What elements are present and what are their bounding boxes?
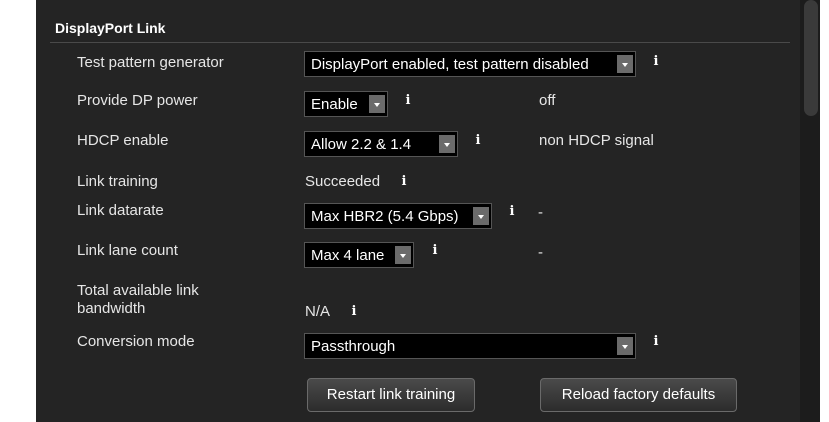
- info-icon[interactable]: i: [650, 55, 662, 69]
- link-datarate-select[interactable]: Max HBR2 (5.4 Gbps): [304, 203, 492, 229]
- link-lane-selected-value: Max 4 lane: [311, 247, 385, 264]
- link-datarate-status: -: [538, 204, 543, 221]
- section-divider: [50, 42, 790, 43]
- test-pattern-label: Test pattern generator: [77, 54, 224, 71]
- conversion-selected-value: Passthrough: [311, 338, 396, 355]
- info-icon[interactable]: i: [348, 305, 360, 319]
- chevron-down-icon[interactable]: [395, 246, 411, 264]
- info-icon[interactable]: i: [398, 175, 410, 189]
- link-training-label: Link training: [77, 173, 158, 190]
- bandwidth-label-line2: bandwidth: [77, 300, 146, 317]
- bandwidth-label-line1: Total available link: [77, 282, 199, 299]
- link-datarate-label: Link datarate: [77, 202, 164, 219]
- link-lane-select[interactable]: Max 4 lane: [304, 242, 414, 268]
- dp-power-select[interactable]: Enable: [304, 91, 388, 117]
- chevron-down-icon[interactable]: [617, 337, 633, 355]
- link-lane-status: -: [538, 244, 543, 261]
- hdcp-status: non HDCP signal: [539, 132, 654, 149]
- restart-link-training-button[interactable]: Restart link training: [307, 378, 475, 412]
- section-title: DisplayPort Link: [55, 20, 166, 36]
- dp-power-label: Provide DP power: [77, 92, 198, 109]
- test-pattern-select[interactable]: DisplayPort enabled, test pattern disabl…: [304, 51, 636, 77]
- reload-factory-defaults-button[interactable]: Reload factory defaults: [540, 378, 737, 412]
- frame: DisplayPort Link Test pattern generator …: [0, 0, 829, 422]
- conversion-label: Conversion mode: [77, 333, 195, 350]
- link-lane-label: Link lane count: [77, 242, 178, 259]
- chevron-down-icon[interactable]: [473, 207, 489, 225]
- info-icon[interactable]: i: [402, 94, 414, 108]
- chevron-down-icon[interactable]: [369, 95, 385, 113]
- info-icon[interactable]: i: [429, 244, 441, 258]
- info-icon[interactable]: i: [472, 134, 484, 148]
- chevron-down-icon[interactable]: [617, 55, 633, 73]
- link-datarate-selected-value: Max HBR2 (5.4 Gbps): [311, 208, 459, 225]
- dp-power-status: off: [539, 92, 556, 109]
- info-icon[interactable]: i: [506, 205, 518, 219]
- hdcp-selected-value: Allow 2.2 & 1.4: [311, 136, 412, 153]
- info-icon[interactable]: i: [650, 335, 662, 349]
- hdcp-select[interactable]: Allow 2.2 & 1.4: [304, 131, 458, 157]
- scrollbar-thumb[interactable]: [804, 0, 818, 116]
- conversion-select[interactable]: Passthrough: [304, 333, 636, 359]
- dp-power-selected-value: Enable: [311, 96, 358, 113]
- link-training-value: Succeeded: [305, 173, 381, 190]
- hdcp-label: HDCP enable: [77, 132, 169, 149]
- bandwidth-value: N/A: [305, 303, 331, 320]
- test-pattern-selected-value: DisplayPort enabled, test pattern disabl…: [311, 56, 589, 73]
- chevron-down-icon[interactable]: [439, 135, 455, 153]
